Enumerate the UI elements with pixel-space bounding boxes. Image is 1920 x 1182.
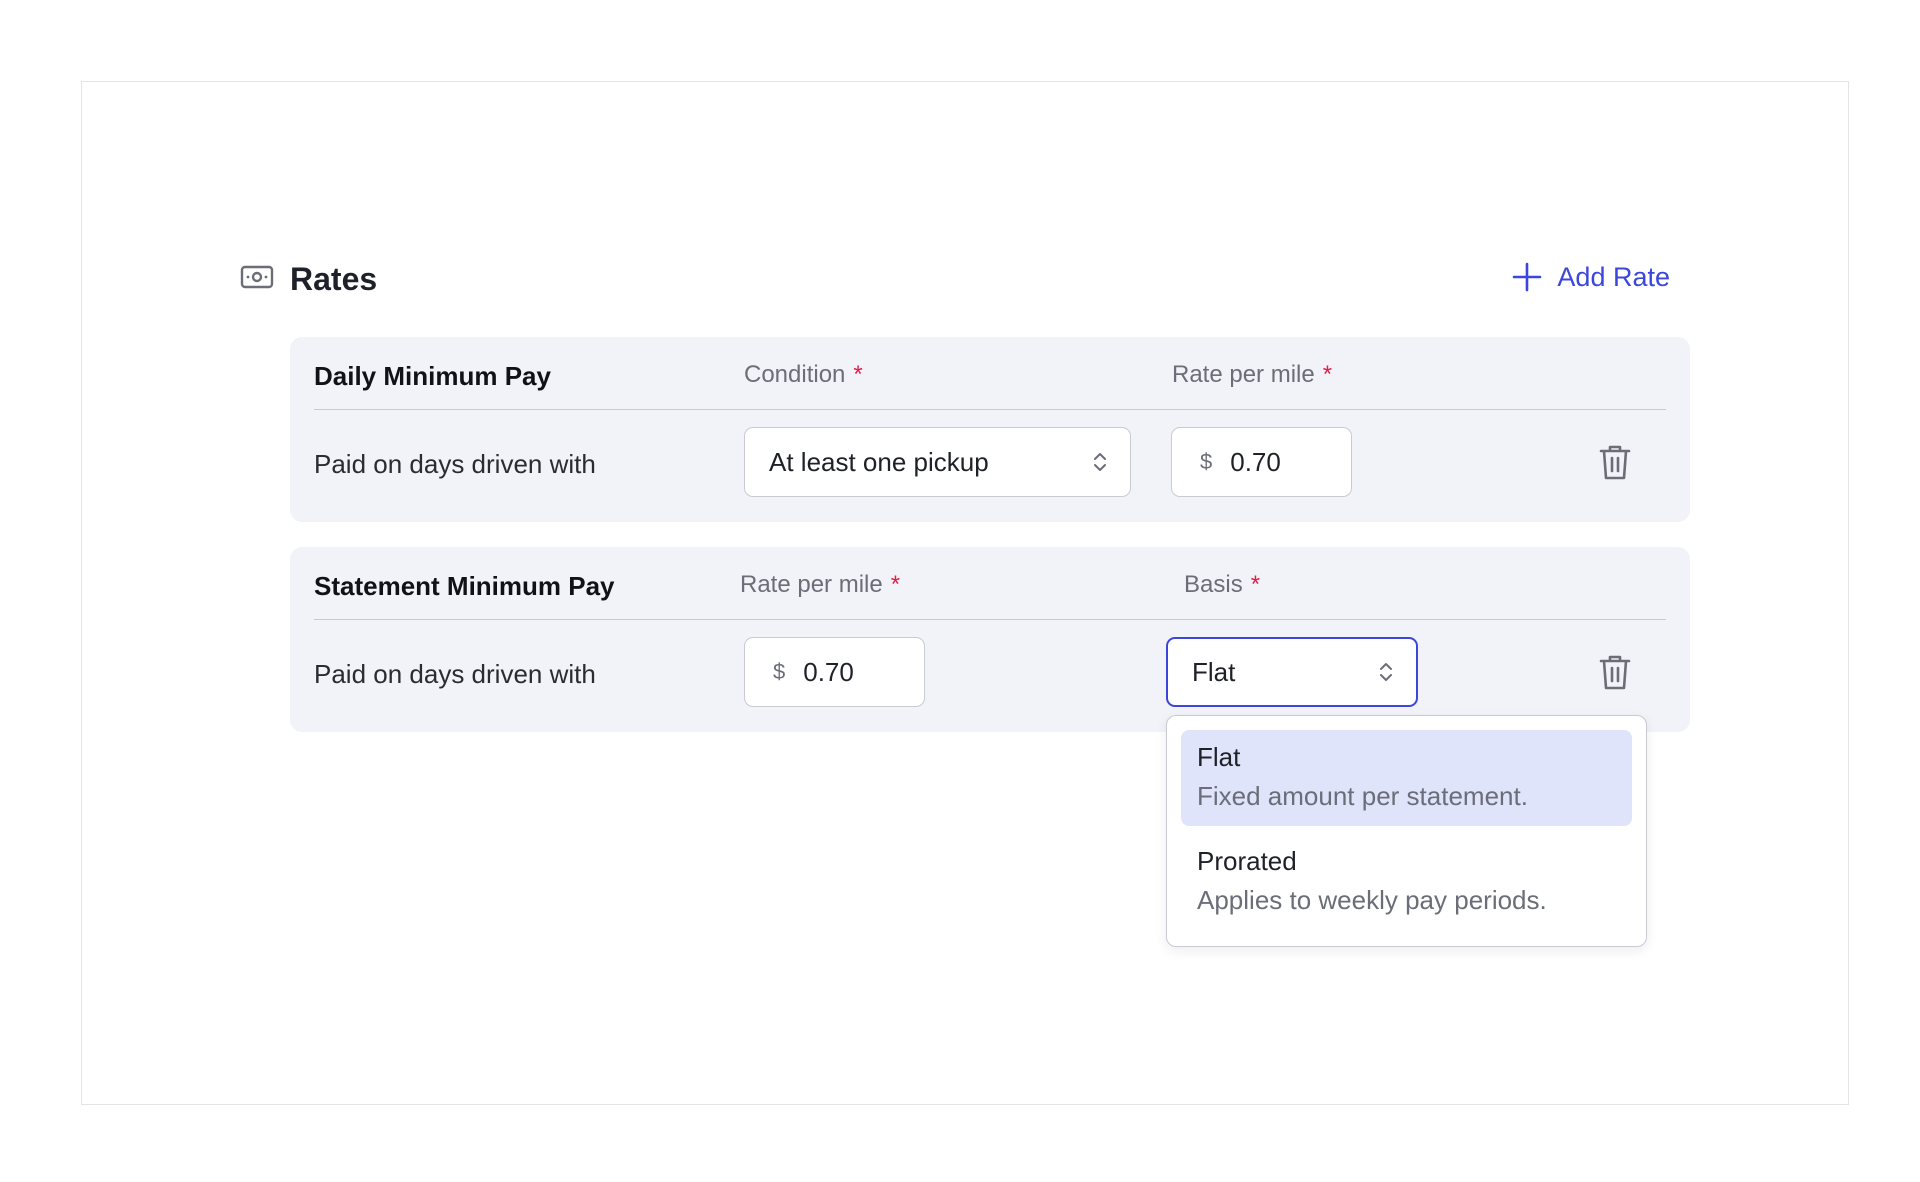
dropdown-option-prorated[interactable]: Prorated Applies to weekly pay periods. xyxy=(1181,834,1632,930)
rate-value: 0.70 xyxy=(803,656,854,687)
option-description: Fixed amount per statement. xyxy=(1197,781,1528,811)
rate-value: 0.70 xyxy=(1230,446,1281,477)
daily-minimum-pay-card: Daily Minimum Pay Condition * Rate per mi… xyxy=(290,337,1690,522)
currency-symbol: $ xyxy=(1200,449,1213,474)
trash-icon[interactable] xyxy=(1598,653,1632,691)
option-title: Prorated xyxy=(1197,846,1297,876)
card-header-row: Statement Minimum Pay Rate per mile * Bas… xyxy=(314,547,1666,620)
section-title: Rates xyxy=(290,261,378,297)
trash-icon[interactable] xyxy=(1598,443,1632,481)
basis-dropdown-menu: Flat Fixed amount per statement. Prorate… xyxy=(1166,715,1647,947)
card-header-row: Daily Minimum Pay Condition * Rate per mi… xyxy=(314,337,1666,410)
rates-section-header: Rates Add Rate xyxy=(240,255,1670,303)
chevron-up-down-icon xyxy=(1380,663,1392,681)
statement-minimum-pay-card: Statement Minimum Pay Rate per mile * Bas… xyxy=(290,547,1690,732)
rate-per-mile-input[interactable]: $ 0.70 xyxy=(1171,427,1352,497)
chevron-up-down-icon xyxy=(1094,453,1106,471)
required-indicator: * xyxy=(890,571,901,598)
rate-per-mile-column-label: Rate per mile * xyxy=(1172,361,1332,389)
condition-select-value: At least one pickup xyxy=(769,446,989,477)
column-label-text: Basis xyxy=(1184,571,1243,598)
rate-per-mile-column-label: Rate per mile * xyxy=(740,571,900,599)
option-description: Applies to weekly pay periods. xyxy=(1197,885,1547,915)
column-label-text: Rate per mile xyxy=(1172,361,1315,388)
basis-column-label: Basis * xyxy=(1184,571,1260,599)
card-title: Daily Minimum Pay xyxy=(314,361,551,391)
column-label-text: Condition xyxy=(744,361,846,388)
add-rate-button[interactable]: Add Rate xyxy=(1511,255,1670,299)
option-title: Flat xyxy=(1197,742,1241,772)
basis-select-value: Flat xyxy=(1192,656,1236,687)
money-icon xyxy=(240,265,274,289)
dropdown-option-flat[interactable]: Flat Fixed amount per statement. xyxy=(1181,730,1632,826)
row-label: Paid on days driven with xyxy=(314,659,596,689)
add-rate-label: Add Rate xyxy=(1557,261,1670,292)
card-title: Statement Minimum Pay xyxy=(314,571,615,601)
condition-select[interactable]: At least one pickup xyxy=(744,427,1131,497)
required-indicator: * xyxy=(1250,571,1261,598)
plus-icon xyxy=(1513,262,1542,292)
basis-select[interactable]: Flat xyxy=(1166,637,1418,707)
column-label-text: Rate per mile xyxy=(740,571,883,598)
row-label: Paid on days driven with xyxy=(314,449,596,479)
condition-column-label: Condition * xyxy=(744,361,863,389)
required-indicator: * xyxy=(1322,361,1333,388)
rate-per-mile-input[interactable]: $ 0.70 xyxy=(744,637,925,707)
currency-symbol: $ xyxy=(773,659,786,684)
required-indicator: * xyxy=(853,361,863,388)
